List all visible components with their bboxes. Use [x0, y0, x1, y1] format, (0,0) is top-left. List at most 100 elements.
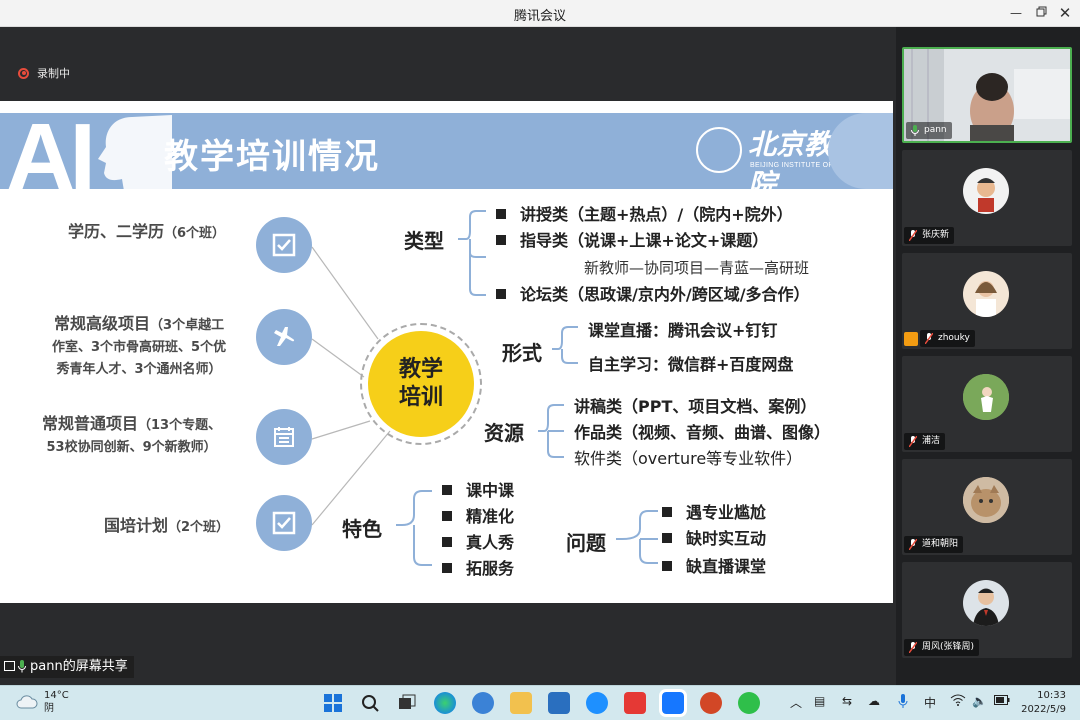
windows-taskbar: 14°C 阴 ︿ ▤ ⇆ ☁ 中 🔈 10:33 2022/5/9: [0, 685, 1080, 720]
battery-icon[interactable]: [994, 694, 1010, 708]
calendar-icon: [274, 427, 294, 447]
checkbox-circle-1: [256, 217, 312, 273]
checkbox-circle-2: [256, 495, 312, 551]
category-problems: 问题: [566, 531, 606, 555]
avatar: [963, 374, 1009, 420]
search-button[interactable]: [359, 692, 381, 714]
weather-temp: 14°C: [44, 690, 69, 701]
participant-name-tag: 浦洁: [904, 433, 946, 450]
wifi-icon[interactable]: [950, 694, 966, 709]
window-title: 腾讯会议: [513, 9, 566, 24]
category-resources: 资源: [484, 421, 524, 445]
left-item-degree: 学历、二学历（6个班）: [68, 222, 226, 241]
participant-tile-3[interactable]: zhouky: [902, 253, 1072, 349]
muted-microphone-icon: [925, 333, 933, 344]
browser-icon[interactable]: [472, 692, 494, 714]
ime-indicator[interactable]: 中: [924, 694, 936, 711]
start-button[interactable]: [322, 692, 344, 714]
features-item-4: 拓服务: [442, 555, 514, 579]
record-icon: [18, 67, 29, 79]
tray-sync-icon[interactable]: ⇆: [842, 694, 852, 708]
avatar: [963, 271, 1009, 317]
system-clock[interactable]: 10:33 2022/5/9: [1021, 689, 1066, 717]
checkbox-icon: [272, 233, 296, 257]
restore-icon: [1036, 6, 1046, 17]
mail-icon[interactable]: [548, 692, 570, 714]
checkbox-icon: [272, 511, 296, 535]
participant-name-tag: 道和朝阳: [904, 536, 964, 553]
screen-share-label: pann的屏幕共享: [0, 656, 134, 678]
file-explorer-icon[interactable]: [510, 692, 532, 714]
participant-tile-2[interactable]: 张庆新: [902, 150, 1072, 246]
category-features: 特色: [342, 517, 382, 541]
microphone-icon: [911, 125, 919, 136]
wechat-icon[interactable]: [738, 692, 760, 714]
avatar: [963, 477, 1009, 523]
search-icon: [362, 695, 379, 712]
participant-name-tag: zhouky: [920, 330, 975, 347]
tencent-meeting-icon[interactable]: [659, 689, 687, 717]
participant-name-tag: pann: [906, 122, 952, 139]
cloud-icon: [16, 695, 38, 709]
weather-desc: 阴: [44, 703, 54, 714]
tray-microphone-icon[interactable]: [898, 694, 908, 711]
muted-microphone-icon: [909, 436, 917, 447]
close-button[interactable]: ✕: [1054, 3, 1076, 23]
tray-cloud-icon[interactable]: ☁: [868, 694, 880, 708]
tray-overflow-icon[interactable]: ︿: [790, 694, 802, 711]
maximize-button[interactable]: [1030, 3, 1052, 23]
participant-panel: pann 张庆新 zhouky 浦洁 道和朝阳 周风(张锋周): [896, 27, 1080, 685]
features-item-3: 真人秀: [442, 529, 514, 553]
screen-share-area: 录制中 AI 教学培训情况 北京教育学院 BEIJING INSTITUTE O…: [0, 27, 896, 685]
problems-item-1: 遇专业尴尬: [662, 499, 766, 523]
participant-tile-1[interactable]: pann: [902, 47, 1072, 143]
resources-item-3: 软件类（overture等专业软件）: [574, 449, 803, 468]
participant-name-tag: 周风(张锋周): [904, 639, 980, 656]
types-item-3: 论坛类（思政课/京内外/跨区域/多合作）: [496, 281, 810, 305]
participant-tile-4[interactable]: 浦洁: [902, 356, 1072, 452]
left-item-advanced: 常规高级项目（3个卓越工 作室、3个市骨高研班、5个优 秀青年人才、3个通州名师…: [52, 314, 227, 377]
forms-item-2: 自主学习：微信群+百度网盘: [588, 355, 794, 374]
center-node: 教学 培训: [368, 331, 474, 437]
participant-tile-6[interactable]: 周风(张锋周): [902, 562, 1072, 658]
types-item-2: 指导类（说课+上课+论文+课题）: [496, 227, 768, 251]
muted-microphone-icon: [909, 642, 917, 653]
task-view-button[interactable]: [396, 692, 418, 714]
category-forms: 形式: [502, 341, 542, 365]
participant-tile-5[interactable]: 道和朝阳: [902, 459, 1072, 555]
tray-app-icon[interactable]: ▤: [814, 694, 825, 708]
muted-microphone-icon: [909, 539, 917, 550]
cloud-app-icon[interactable]: [586, 692, 608, 714]
volume-icon[interactable]: 🔈: [972, 694, 987, 708]
recording-indicator[interactable]: 录制中: [18, 65, 70, 81]
category-types: 类型: [404, 229, 444, 253]
avatar: [963, 580, 1009, 626]
microphone-icon: [18, 660, 26, 673]
avatar: [963, 168, 1009, 214]
host-badge-icon: [904, 332, 918, 346]
minimize-button[interactable]: —: [1005, 3, 1027, 23]
types-note: 新教师—协同项目—青蓝—高研班: [584, 259, 810, 277]
resources-item-1: 讲稿类（PPT、项目文档、案例）: [574, 397, 817, 416]
powerpoint-icon[interactable]: [700, 692, 722, 714]
left-item-regular: 常规普通项目（13个专题、 53校协同创新、9个新教师）: [42, 414, 222, 455]
airplane-circle: [256, 309, 312, 365]
windows-logo-icon: [324, 694, 342, 712]
features-item-2: 精准化: [442, 503, 514, 527]
shared-slide: AI 教学培训情况 北京教育学院 BEIJING INSTITUTE OF ED…: [0, 101, 893, 603]
problems-item-3: 缺直播课堂: [662, 553, 766, 577]
task-view-icon: [399, 694, 416, 709]
edge-browser-icon[interactable]: [434, 692, 456, 714]
participant-name-tag: 张庆新: [904, 227, 955, 244]
clock-time: 10:33: [1037, 690, 1066, 701]
store-icon[interactable]: [624, 692, 646, 714]
problems-item-2: 缺时实互动: [662, 525, 766, 549]
features-item-1: 课中课: [442, 477, 514, 501]
resources-item-2: 作品类（视频、音频、曲谱、图像）: [574, 423, 831, 442]
muted-microphone-icon: [909, 230, 917, 241]
weather-widget[interactable]: 14°C 阴: [16, 689, 69, 715]
calendar-circle: [256, 409, 312, 465]
clock-date: 2022/5/9: [1021, 704, 1066, 715]
screen-share-icon: [4, 661, 15, 671]
left-item-national: 国培计划（2个班）: [104, 516, 230, 535]
